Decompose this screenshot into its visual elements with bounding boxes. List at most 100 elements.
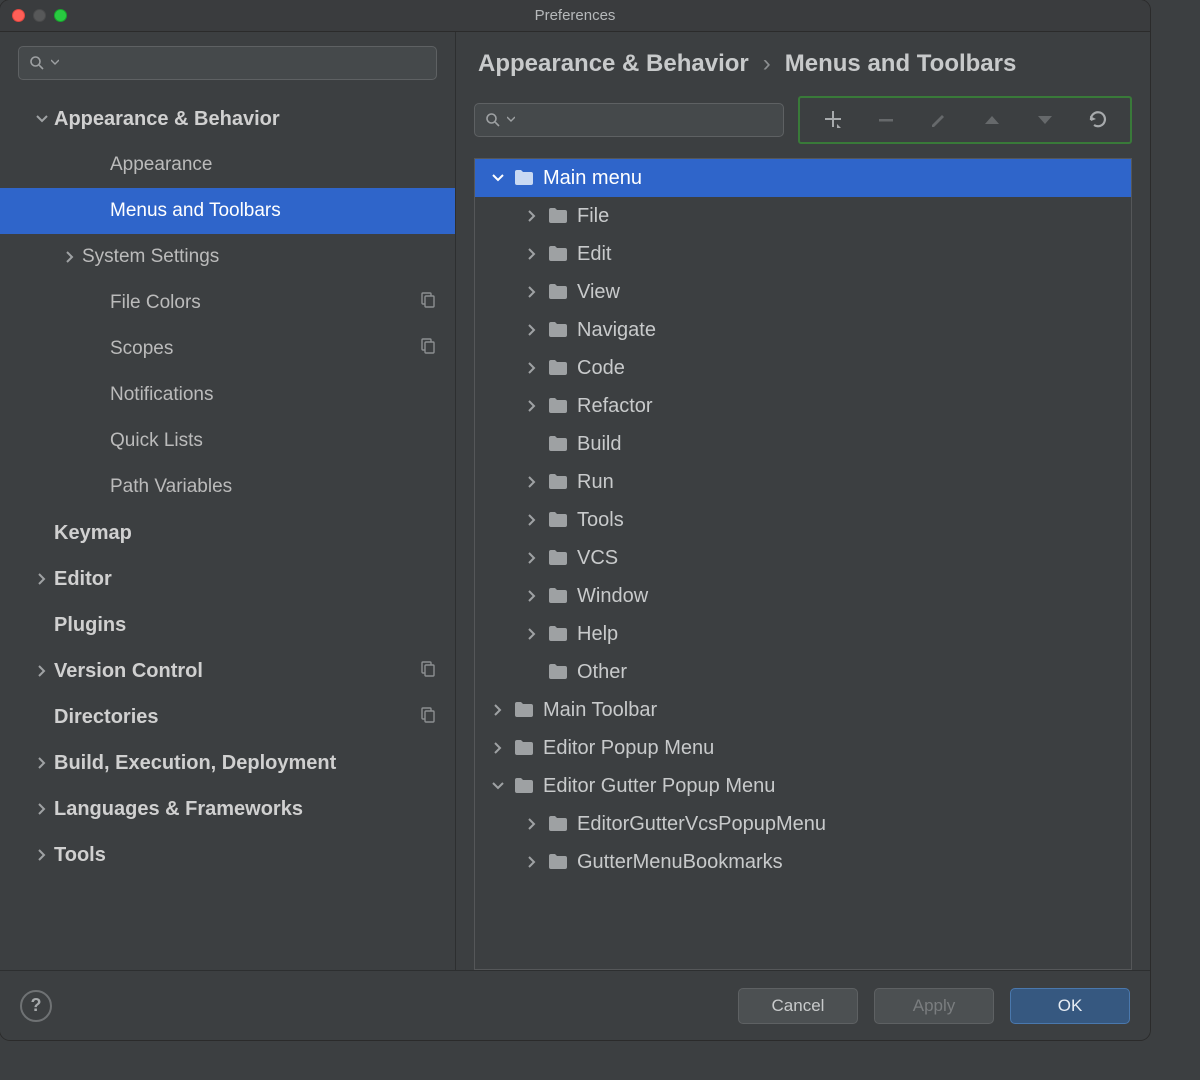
dialog-footer: ? Cancel Apply OK — [0, 970, 1150, 1040]
sidebar-item-directories[interactable]: Directories — [0, 694, 455, 740]
chevron-right-icon — [519, 400, 545, 412]
sidebar-item-label: Keymap — [54, 522, 455, 545]
settings-sidebar: Appearance & BehaviorAppearanceMenus and… — [0, 32, 456, 970]
tree-item-window[interactable]: Window — [475, 577, 1131, 615]
content-panel: Appearance & Behavior › Menus and Toolba… — [456, 32, 1150, 970]
sidebar-item-quick-lists[interactable]: Quick Lists — [0, 418, 455, 464]
tree-item-tools[interactable]: Tools — [475, 501, 1131, 539]
tree-item-vcs[interactable]: VCS — [475, 539, 1131, 577]
triangle-up-icon — [983, 114, 1001, 126]
folder-icon — [511, 702, 537, 718]
preferences-window: Preferences Appearance & BehaviorAppeara… — [0, 0, 1150, 1040]
sidebar-item-appearance[interactable]: Appearance — [0, 142, 455, 188]
tree-item-label: Main Toolbar — [543, 699, 657, 722]
apply-button[interactable]: Apply — [874, 988, 994, 1024]
sidebar-item-plugins[interactable]: Plugins — [0, 602, 455, 648]
sidebar-item-notifications[interactable]: Notifications — [0, 372, 455, 418]
minus-icon — [877, 111, 895, 129]
tree-item-label: GutterMenuBookmarks — [577, 851, 783, 874]
breadcrumb-parent: Appearance & Behavior — [478, 50, 749, 78]
move-up-button[interactable] — [970, 100, 1014, 140]
menu-tree[interactable]: Main menu File EditView Navigate Code Refacto… — [474, 158, 1132, 970]
sidebar-item-menus-and-toolbars[interactable]: Menus and Toolbars — [0, 188, 455, 234]
content-search-input[interactable] — [521, 112, 773, 129]
tree-item-editorguttervcspopupmenu[interactable]: EditorGutterVcsPopupMenu — [475, 805, 1131, 843]
tree-item-label: Code — [577, 357, 625, 380]
tree-item-run[interactable]: Run — [475, 463, 1131, 501]
tree-item-label: Help — [577, 623, 618, 646]
sidebar-search-input[interactable] — [65, 55, 426, 72]
help-button[interactable]: ? — [20, 990, 52, 1022]
close-icon[interactable] — [12, 9, 25, 22]
sidebar-item-label: Build, Execution, Deployment — [54, 752, 455, 775]
action-bar — [798, 96, 1132, 144]
reset-button[interactable] — [1076, 100, 1120, 140]
move-down-button[interactable] — [1023, 100, 1067, 140]
folder-icon — [545, 626, 571, 642]
breadcrumb: Appearance & Behavior › Menus and Toolba… — [474, 46, 1132, 96]
tree-item-guttermenubookmarks[interactable]: GutterMenuBookmarks — [475, 843, 1131, 881]
minimize-icon[interactable] — [33, 9, 46, 22]
folder-icon — [545, 588, 571, 604]
tree-item-navigate[interactable]: Navigate — [475, 311, 1131, 349]
tree-item-editor-popup-menu[interactable]: Editor Popup Menu — [475, 729, 1131, 767]
tree-item-code[interactable]: Code — [475, 349, 1131, 387]
chevron-right-icon — [485, 704, 511, 716]
sidebar-item-label: Quick Lists — [110, 430, 455, 452]
tree-item-main-menu[interactable]: Main menu — [475, 159, 1131, 197]
tree-item-label: Other — [577, 661, 627, 684]
tree-item-label: Navigate — [577, 319, 656, 342]
folder-icon — [545, 360, 571, 376]
tree-item-refactor[interactable]: Refactor — [475, 387, 1131, 425]
sidebar-item-path-variables[interactable]: Path Variables — [0, 464, 455, 510]
chevron-right-icon — [58, 251, 82, 263]
cancel-button[interactable]: Cancel — [738, 988, 858, 1024]
chevron-right-icon — [519, 476, 545, 488]
sidebar-item-version-control[interactable]: Version Control — [0, 648, 455, 694]
sidebar-item-tools[interactable]: Tools — [0, 832, 455, 878]
tree-item-label: Refactor — [577, 395, 653, 418]
sidebar-item-scopes[interactable]: Scopes — [0, 326, 455, 372]
chevron-right-icon — [485, 742, 511, 754]
plus-icon — [823, 110, 843, 130]
breadcrumb-separator: › — [763, 50, 771, 78]
sidebar-item-system-settings[interactable]: System Settings — [0, 234, 455, 280]
search-icon — [29, 55, 45, 71]
sidebar-item-keymap[interactable]: Keymap — [0, 510, 455, 556]
sidebar-item-file-colors[interactable]: File Colors — [0, 280, 455, 326]
tree-item-label: File — [577, 205, 609, 228]
chevron-right-icon — [30, 665, 54, 677]
add-button[interactable] — [811, 100, 855, 140]
sidebar-item-build-execution-deployment[interactable]: Build, Execution, Deployment — [0, 740, 455, 786]
tree-item-file[interactable]: File — [475, 197, 1131, 235]
tree-item-main-toolbar[interactable]: Main Toolbar — [475, 691, 1131, 729]
sidebar-item-languages-frameworks[interactable]: Languages & Frameworks — [0, 786, 455, 832]
folder-icon — [545, 436, 571, 452]
remove-button[interactable] — [864, 100, 908, 140]
chevron-right-icon — [519, 324, 545, 336]
tree-item-editor-gutter-popup-menu[interactable]: Editor Gutter Popup Menu — [475, 767, 1131, 805]
content-search[interactable] — [474, 103, 784, 137]
tree-item-help[interactable]: Help — [475, 615, 1131, 653]
tree-item-label: Main menu — [543, 167, 642, 190]
tree-item-edit[interactable]: Edit — [475, 235, 1131, 273]
sidebar-item-editor[interactable]: Editor — [0, 556, 455, 602]
tree-item-label: Editor Gutter Popup Menu — [543, 775, 775, 798]
tree-item-label: Editor Popup Menu — [543, 737, 714, 760]
chevron-right-icon — [519, 856, 545, 868]
window-title: Preferences — [535, 7, 616, 24]
sidebar-item-label: File Colors — [110, 292, 419, 314]
folder-icon — [545, 398, 571, 414]
folder-icon — [545, 816, 571, 832]
sidebar-item-appearance-behavior[interactable]: Appearance & Behavior — [0, 96, 455, 142]
pencil-icon — [930, 111, 948, 129]
tree-item-view[interactable]: View — [475, 273, 1131, 311]
maximize-icon[interactable] — [54, 9, 67, 22]
edit-button[interactable] — [917, 100, 961, 140]
tree-item-build[interactable]: Build — [475, 425, 1131, 463]
sidebar-search[interactable] — [18, 46, 437, 80]
tree-item-other[interactable]: Other — [475, 653, 1131, 691]
sidebar-item-label: System Settings — [82, 246, 455, 268]
ok-button[interactable]: OK — [1010, 988, 1130, 1024]
chevron-right-icon — [519, 210, 545, 222]
